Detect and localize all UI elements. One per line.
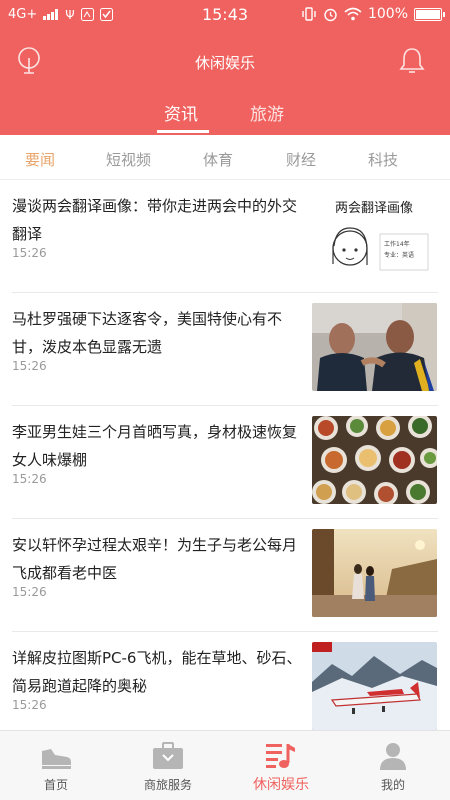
thumb-caption: 两会翻译画像 <box>335 201 413 216</box>
battery-percent: 100% <box>367 6 408 22</box>
nav-label: 首页 <box>43 778 68 792</box>
news-thumbnail <box>312 529 437 617</box>
news-thumbnail: 两会翻译画像 工作14年 专业：英语 <box>312 190 437 278</box>
category-short-video[interactable]: 短视频 <box>106 149 151 170</box>
header: 4G+ Ψ 15:43 100% 休闲娱乐 资讯 旅游 <box>0 0 450 135</box>
nav-travel-services[interactable]: 商旅服务 <box>123 731 213 800</box>
news-time: 15:26 <box>12 585 47 599</box>
status-bar: 4G+ Ψ 15:43 100% <box>0 0 450 30</box>
nav-home[interactable]: 首页 <box>11 731 101 800</box>
bell-icon[interactable] <box>399 46 425 76</box>
news-title: 详解皮拉图斯PC-6飞机，能在草地、砂石、简易跑道起降的奥秘 <box>12 649 302 695</box>
category-sports[interactable]: 体育 <box>203 149 233 170</box>
food-table-photo <box>312 416 437 504</box>
news-thumbnail <box>312 303 437 391</box>
thumb-line-1: 工作14年 <box>384 240 410 248</box>
news-time: 15:26 <box>12 698 47 712</box>
nav-label: 商旅服务 <box>143 778 192 792</box>
list-item[interactable]: 安以轩怀孕过程太艰辛！为生子与老公每月飞成都看老中医 15:26 <box>0 519 450 632</box>
news-title: 漫谈两会翻译画像：带你走进两会中的外交翻译 <box>12 197 298 243</box>
news-thumbnail <box>312 416 437 504</box>
music-list-icon <box>266 744 295 768</box>
suitcase-icon <box>153 742 183 769</box>
vibrate-icon <box>302 7 316 21</box>
category-bar: 要闻 短视频 体育 财经 科技 <box>0 135 450 180</box>
page-title: 休闲娱乐 <box>194 54 255 72</box>
news-title: 马杜罗强硬下达逐客令，美国特使心有不甘，泼皮本色显露无遗 <box>12 310 283 356</box>
news-time: 15:26 <box>12 246 47 260</box>
couple-photo <box>312 529 437 617</box>
news-title: 李亚男生娃三个月首晒写真，身材极速恢复女人味爆棚 <box>12 423 298 469</box>
list-item[interactable]: 李亚男生娃三个月首晒写真，身材极速恢复女人味爆棚 15:26 <box>0 406 450 519</box>
news-time: 15:26 <box>12 359 47 373</box>
alarm-icon <box>324 8 337 21</box>
nav-profile[interactable]: 我的 <box>348 731 438 800</box>
shoe-icon <box>42 749 71 769</box>
news-time: 15:26 <box>12 472 47 486</box>
active-tab-indicator <box>157 130 209 133</box>
news-thumbnail <box>312 642 437 730</box>
status-right: 100% <box>301 6 445 22</box>
nav-label: 我的 <box>380 778 405 792</box>
bottom-nav: 首页 商旅服务 休闲娱乐 我的 <box>0 730 450 800</box>
nav-leisure[interactable]: 休闲娱乐 <box>236 731 326 800</box>
list-item[interactable]: 马杜罗强硬下达逐客令，美国特使心有不甘，泼皮本色显露无遗 15:26 <box>0 293 450 406</box>
category-headlines[interactable]: 要闻 <box>25 149 55 170</box>
politician-photo <box>312 303 437 391</box>
tab-news[interactable]: 资讯 <box>164 100 198 125</box>
translator-illustration: 两会翻译画像 工作14年 专业：英语 <box>312 190 437 278</box>
thumb-line-2: 专业：英语 <box>384 251 414 259</box>
news-list: 漫谈两会翻译画像：带你走进两会中的外交翻译 15:26 两会翻译画像 工作14年… <box>0 180 450 730</box>
battery-icon <box>414 7 445 21</box>
person-icon <box>380 743 406 770</box>
app-bar: 休闲娱乐 <box>0 40 450 84</box>
category-finance[interactable]: 财经 <box>286 149 316 170</box>
nav-label: 休闲娱乐 <box>253 777 309 793</box>
wifi-icon <box>344 7 362 21</box>
news-title: 安以轩怀孕过程太艰辛！为生子与老公每月飞成都看老中医 <box>12 536 298 582</box>
airplane-photo <box>312 642 437 730</box>
list-item[interactable]: 漫谈两会翻译画像：带你走进两会中的外交翻译 15:26 两会翻译画像 工作14年… <box>0 180 450 293</box>
category-tech[interactable]: 科技 <box>368 149 398 170</box>
list-item[interactable]: 详解皮拉图斯PC-6飞机，能在草地、砂石、简易跑道起降的奥秘 15:26 <box>0 632 450 730</box>
tab-travel[interactable]: 旅游 <box>250 100 284 125</box>
top-tabs: 资讯 旅游 <box>0 100 450 135</box>
battery-level <box>416 9 440 19</box>
